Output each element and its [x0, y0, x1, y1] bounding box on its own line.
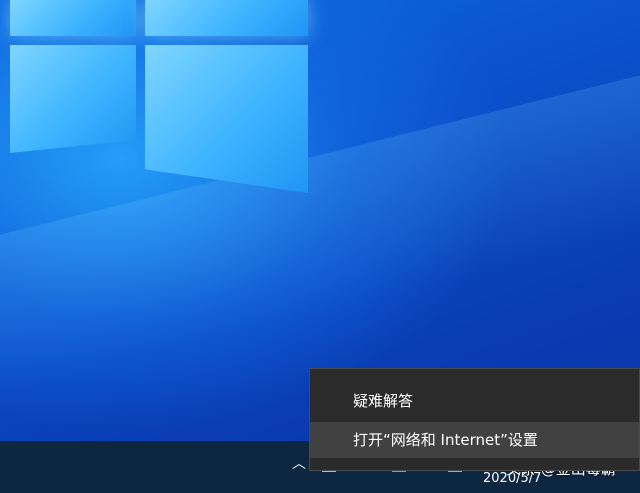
- windows-logo-pane-top-right: [145, 0, 308, 36]
- menu-item-troubleshoot[interactable]: 疑难解答: [310, 383, 639, 419]
- windows-logo-pane-bottom-left: [10, 45, 136, 153]
- chevron-up-icon[interactable]: ︿: [290, 455, 308, 473]
- menu-item-label: 打开“网络和 Internet”设置: [353, 431, 538, 449]
- menu-item-label: 疑难解答: [353, 392, 414, 410]
- windows-logo-pane-bottom-right: [145, 45, 308, 193]
- menu-item-open-network-settings[interactable]: 打开“网络和 Internet”设置: [310, 422, 639, 458]
- network-context-menu: 疑难解答 打开“网络和 Internet”设置: [309, 368, 640, 471]
- windows-logo-icon: [10, 0, 136, 36]
